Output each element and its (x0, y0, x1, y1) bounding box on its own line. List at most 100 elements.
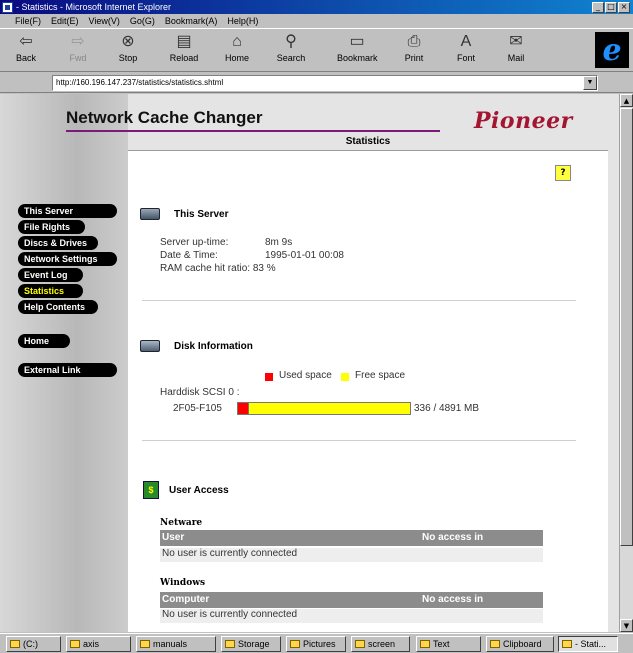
nav-this-server[interactable]: This Server (18, 204, 117, 218)
bookmark-button[interactable]: ▭ Bookmark (337, 32, 378, 63)
back-label: Back (15, 53, 36, 63)
windows-table-header: Computer No access in (160, 592, 543, 608)
title-bar: - Statistics - Microsoft Internet Explor… (0, 0, 633, 14)
menu-help[interactable]: Help(H) (227, 16, 258, 26)
url-input[interactable]: http://160.196.147.237/statistics/statis… (52, 74, 598, 91)
nav-network-settings[interactable]: Network Settings (18, 252, 117, 266)
url-text: http://160.196.147.237/statistics/statis… (56, 78, 224, 87)
task-manuals[interactable]: manuals (136, 636, 216, 652)
task-pictures[interactable]: Pictures (286, 636, 346, 652)
menu-go[interactable]: Go(G) (130, 16, 155, 26)
scroll-up-icon[interactable]: ▲ (620, 94, 633, 107)
search-label: Search (276, 53, 306, 63)
minimize-button[interactable]: _ (592, 1, 604, 13)
server-heading: This Server (140, 208, 228, 220)
disk-used-fill (237, 402, 249, 415)
task-drive-c[interactable]: (C:) (6, 636, 61, 652)
close-button[interactable]: × (618, 1, 630, 13)
nav-external-link[interactable]: External Link (18, 363, 117, 377)
font-label: Font (456, 53, 475, 63)
reload-button[interactable]: ▤ Reload (164, 32, 204, 63)
task-label: Storage (238, 639, 270, 649)
printer-icon: ⎙ (407, 33, 421, 50)
stop-button[interactable]: ⊗ Stop (108, 32, 148, 63)
mail-label: Mail (507, 53, 525, 63)
page-title: Network Cache Changer (66, 108, 263, 127)
uptime-value: 8m 9s (265, 237, 293, 248)
nav-event-log[interactable]: Event Log (18, 268, 83, 282)
task-label: axis (83, 639, 100, 649)
pioneer-logo: Pioneer (474, 108, 573, 134)
task-axis[interactable]: axis (66, 636, 131, 652)
menu-edit[interactable]: Edit(E) (51, 16, 79, 26)
col-no-access: No access in (422, 532, 484, 543)
task-clipboard[interactable]: Clipboard (486, 636, 554, 652)
help-icon[interactable]: ? (555, 165, 571, 181)
task-label: - Stati... (575, 639, 607, 649)
folder-icon (70, 640, 80, 648)
ie-logo-icon: e (595, 32, 629, 68)
window-title: - Statistics - Microsoft Internet Explor… (16, 2, 172, 12)
server-heading-text: This Server (174, 208, 229, 220)
nav-discs-drives[interactable]: Discs & Drives (18, 236, 98, 250)
task-storage[interactable]: Storage (221, 636, 281, 652)
header-divider (66, 130, 440, 132)
font-icon: A (460, 33, 472, 50)
ie-document-icon (2, 1, 13, 13)
print-button[interactable]: ⎙ Print (394, 32, 434, 63)
divider (142, 300, 576, 301)
menu-file[interactable]: File(F) (15, 16, 41, 26)
back-button[interactable]: ⇦ Back (6, 32, 46, 63)
stop-label: Stop (118, 53, 138, 63)
page-viewport: Network Cache Changer Pioneer Statistics… (0, 94, 619, 632)
mail-button[interactable]: ✉ Mail (496, 32, 536, 63)
task-label: Pictures (303, 639, 336, 649)
document-icon (420, 640, 430, 648)
font-button[interactable]: A Font (446, 32, 486, 63)
harddisk-label: Harddisk SCSI 0 : (160, 387, 240, 398)
cache-hit-value: 83 % (252, 263, 276, 274)
scroll-thumb[interactable] (620, 108, 633, 546)
nav-home[interactable]: Home (18, 334, 70, 348)
disk-size-text: 336 / 4891 MB (414, 403, 480, 414)
disk-heading-text: Disk Information (174, 340, 253, 352)
nav-file-rights[interactable]: File Rights (18, 220, 85, 234)
task-statistics-ie[interactable]: - Stati... (558, 636, 618, 652)
menu-view[interactable]: View(V) (89, 16, 120, 26)
disk-heading: Disk Information (140, 340, 253, 352)
chevron-down-icon[interactable]: ▼ (583, 75, 597, 90)
folder-icon (290, 640, 300, 648)
taskbar: (C:) axis manuals Storage Pictures scree… (0, 633, 633, 653)
folder-icon (355, 640, 365, 648)
menu-bookmark[interactable]: Bookmark(A) (165, 16, 218, 26)
drive-icon (10, 640, 20, 648)
scroll-down-icon[interactable]: ▼ (620, 619, 633, 632)
nav-statistics[interactable]: Statistics (18, 284, 83, 298)
nav-help-contents[interactable]: Help Contents (18, 300, 98, 314)
access-heading: $ User Access (143, 481, 229, 499)
home-button[interactable]: ⌂ Home (217, 32, 257, 63)
maximize-button[interactable]: □ (605, 1, 617, 13)
col-user: User (162, 532, 185, 543)
task-label: manuals (153, 639, 188, 649)
forward-button[interactable]: ⇨ Fwd (58, 32, 98, 63)
task-text[interactable]: Text (416, 636, 481, 652)
uptime-label: Server up-time: (160, 237, 229, 248)
free-legend-label: Free space (355, 370, 406, 381)
netware-empty-row: No user is currently connected (160, 548, 543, 562)
used-legend-label: Used space (279, 370, 332, 381)
home-label: Home (224, 53, 249, 63)
search-button[interactable]: ⚲ Search (271, 32, 311, 63)
task-screen[interactable]: screen (351, 636, 410, 652)
clipboard-icon (490, 640, 500, 648)
task-label: Clipboard (503, 639, 542, 649)
disk-drive-icon (140, 340, 160, 352)
cache-hit-label: RAM cache hit ratio: (160, 263, 251, 274)
vertical-scrollbar[interactable]: ▲ ▼ (619, 94, 633, 632)
reload-icon: ▤ (176, 33, 192, 50)
cache-hit-row: RAM cache hit ratio: 83 % (160, 263, 276, 274)
access-heading-text: User Access (169, 484, 229, 496)
print-label: Print (404, 53, 424, 63)
used-legend-swatch (265, 373, 273, 381)
netware-label: Netware (160, 518, 203, 528)
